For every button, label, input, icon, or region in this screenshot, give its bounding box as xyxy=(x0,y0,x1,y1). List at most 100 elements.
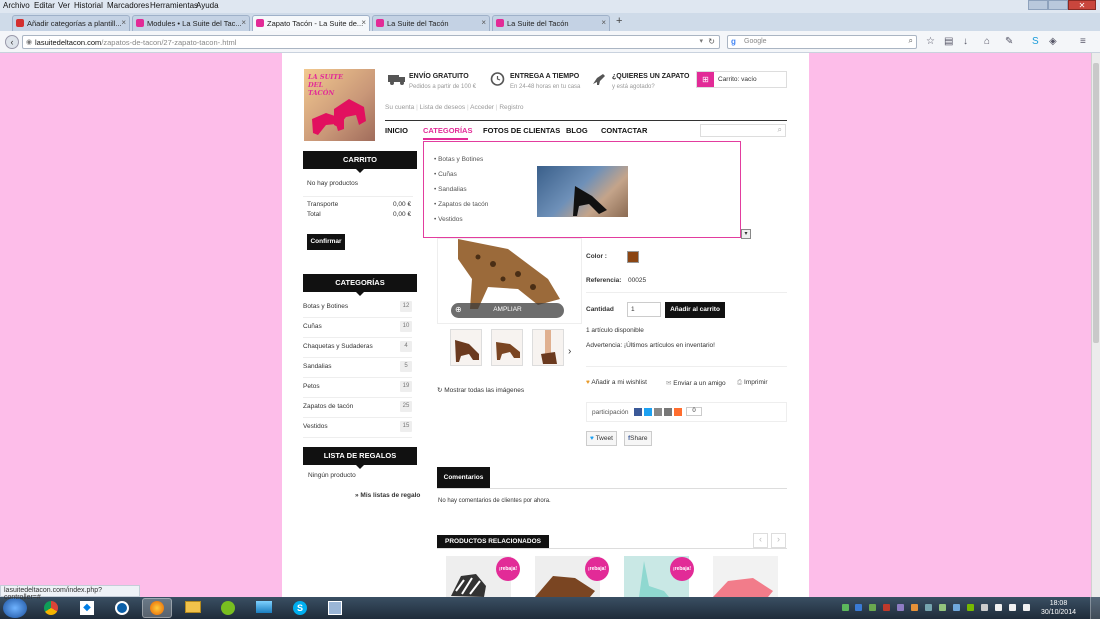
print-share-icon[interactable] xyxy=(664,408,672,416)
show-desktop-button[interactable] xyxy=(1090,597,1100,619)
start-button[interactable] xyxy=(3,598,27,618)
link-registro[interactable]: Registro xyxy=(499,104,523,111)
dropdown-item[interactable]: • Sandalias xyxy=(434,186,467,193)
taskbar-dropbox-icon[interactable]: ◆ xyxy=(72,598,102,618)
tray-icon[interactable] xyxy=(855,604,862,611)
menu-icon[interactable]: ≡ xyxy=(1080,36,1086,47)
dropdown-item[interactable]: • Botas y Botines xyxy=(434,156,483,163)
back-arrow-icon[interactable]: ‹ xyxy=(5,35,19,49)
volume-icon[interactable] xyxy=(1023,604,1030,611)
cart-widget[interactable]: ⊞ Carrito: vacío xyxy=(696,71,787,88)
link-su-cuenta[interactable]: Su cuenta xyxy=(385,104,414,111)
nav-contactar[interactable]: CONTACTAR xyxy=(601,126,647,135)
related-product-4[interactable] xyxy=(713,556,778,597)
tab-1[interactable]: Añadir categorías a plantill... × xyxy=(12,15,130,31)
tab-2[interactable]: Modules • La Suite del Tac... × xyxy=(132,15,250,31)
close-tab-icon[interactable]: × xyxy=(241,18,246,27)
dropdown-arrow-icon[interactable]: ▾ xyxy=(699,37,703,45)
menu-marcadores[interactable]: Marcadores xyxy=(107,1,149,10)
tray-icon[interactable] xyxy=(953,604,960,611)
menu-ayuda[interactable]: Ayuda xyxy=(196,1,219,10)
taskbar-utorrent-icon[interactable] xyxy=(213,598,243,618)
tray-icon[interactable] xyxy=(883,604,890,611)
select-arrow-icon[interactable]: ▾ xyxy=(741,229,751,239)
dropdown-item[interactable]: • Zapatos de tacón xyxy=(434,201,488,208)
product-main-image[interactable]: ⊕ AMPLIAR xyxy=(437,238,582,324)
tray-icon[interactable] xyxy=(925,604,932,611)
tray-icon[interactable] xyxy=(911,604,918,611)
tools-icon[interactable]: ✎ xyxy=(1005,36,1013,47)
tray-icon[interactable] xyxy=(842,604,849,611)
close-tab-icon[interactable]: × xyxy=(481,18,486,27)
menu-archivo[interactable]: Archivo xyxy=(3,1,30,10)
confirm-button[interactable]: Confirmar xyxy=(307,234,345,250)
tray-icon[interactable] xyxy=(981,604,988,611)
taskbar-chrome-icon[interactable] xyxy=(36,598,66,618)
category-row[interactable]: Cuñas 10 xyxy=(303,318,412,338)
chevron-right-icon[interactable]: › xyxy=(568,346,571,357)
prev-arrow-icon[interactable]: ‹ xyxy=(753,533,768,548)
dropdown-item[interactable]: • Cuñas xyxy=(434,171,457,178)
link-lista-deseos[interactable]: Lista de deseos xyxy=(420,104,466,111)
bookmark-star-icon[interactable]: ☆ xyxy=(926,36,935,47)
print-link[interactable]: ⎙ Imprimir xyxy=(737,379,767,387)
wishlist-link[interactable]: ♥ Añadir a mi wishlist xyxy=(586,379,647,386)
dropdown-banner-image[interactable] xyxy=(537,166,628,217)
download-icon[interactable]: ↓ xyxy=(963,36,968,47)
bookmarks-list-icon[interactable]: ▤ xyxy=(944,36,953,47)
category-row[interactable]: Sandalias 5 xyxy=(303,358,412,378)
close-window-button[interactable]: ✕ xyxy=(1068,0,1096,10)
close-tab-icon[interactable]: × xyxy=(361,18,366,27)
search-input[interactable]: g Google ⌕ xyxy=(727,35,917,49)
home-icon[interactable]: ⌂ xyxy=(984,36,990,47)
taskbar-firefox-icon[interactable] xyxy=(142,598,172,618)
menu-ver[interactable]: Ver xyxy=(58,1,70,10)
tray-icon[interactable] xyxy=(939,604,946,611)
link-acceder[interactable]: Acceder xyxy=(470,104,494,111)
nav-fotos-clientas[interactable]: FOTOS DE CLIENTAS xyxy=(483,126,560,135)
my-gift-lists-link[interactable]: » Mis listas de regalo xyxy=(355,492,420,499)
product-thumbnail[interactable] xyxy=(532,329,564,366)
menu-editar[interactable]: Editar xyxy=(34,1,55,10)
skype-icon[interactable]: S xyxy=(1032,36,1039,47)
category-row[interactable]: Petos 19 xyxy=(303,378,412,398)
category-row[interactable]: Zapatos de tacón 25 xyxy=(303,398,412,418)
email-icon[interactable] xyxy=(654,408,662,416)
facebook-share-button[interactable]: fShare xyxy=(624,431,652,446)
menu-herramientas[interactable]: Herramientas xyxy=(150,1,198,10)
show-all-images-link[interactable]: ↻ Mostrar todas las imágenes xyxy=(437,386,524,394)
search-icon[interactable]: ⌕ xyxy=(909,36,913,46)
system-clock[interactable]: 18:08 30/10/2014 xyxy=(1041,599,1076,617)
tab-3-active[interactable]: Zapato Tacón - La Suite de... × xyxy=(252,15,370,31)
menu-historial[interactable]: Historial xyxy=(74,1,103,10)
tray-icon[interactable] xyxy=(869,604,876,611)
nav-blog[interactable]: BLOG xyxy=(566,126,588,135)
network-signal-icon[interactable] xyxy=(995,604,1002,611)
color-swatch[interactable] xyxy=(627,251,639,263)
site-logo[interactable]: LA SUITE DEL TACÓN xyxy=(304,69,375,141)
tweet-button[interactable]: ♥ Tweet xyxy=(586,431,617,446)
nav-categorias[interactable]: CATEGORÍAS xyxy=(423,126,472,135)
zoom-button[interactable]: ⊕ AMPLIAR xyxy=(451,303,564,318)
twitter-icon[interactable] xyxy=(644,408,652,416)
page-scrollbar[interactable] xyxy=(1091,53,1100,597)
dropdown-item[interactable]: • Vestidos xyxy=(434,216,463,223)
close-tab-icon[interactable]: × xyxy=(601,18,606,27)
taskbar-network-icon[interactable] xyxy=(249,598,279,618)
close-tab-icon[interactable]: × xyxy=(121,18,126,27)
reload-icon[interactable]: ↻ xyxy=(708,37,715,46)
send-friend-link[interactable]: ✉ Enviar a un amigo xyxy=(666,379,726,387)
tab-5[interactable]: La Suite del Tacón × xyxy=(492,15,610,31)
product-thumbnail[interactable] xyxy=(450,329,482,366)
site-search-input[interactable]: ⌕ xyxy=(700,124,786,137)
taskbar-explorer-icon[interactable] xyxy=(178,598,208,618)
taskbar-app-icon[interactable] xyxy=(320,598,350,618)
comments-tab[interactable]: Comentarios xyxy=(437,467,490,488)
scrollbar-thumb[interactable] xyxy=(1093,63,1099,343)
nav-inicio[interactable]: INICIO xyxy=(385,126,408,135)
new-tab-button[interactable]: + xyxy=(616,15,622,27)
category-row[interactable]: Chaquetas y Sudaderas 4 xyxy=(303,338,412,358)
flag-icon[interactable] xyxy=(1009,604,1016,611)
add-to-cart-button[interactable]: Añadir al carrito xyxy=(665,302,725,318)
category-row[interactable]: Botas y Botines 12 xyxy=(303,298,412,318)
